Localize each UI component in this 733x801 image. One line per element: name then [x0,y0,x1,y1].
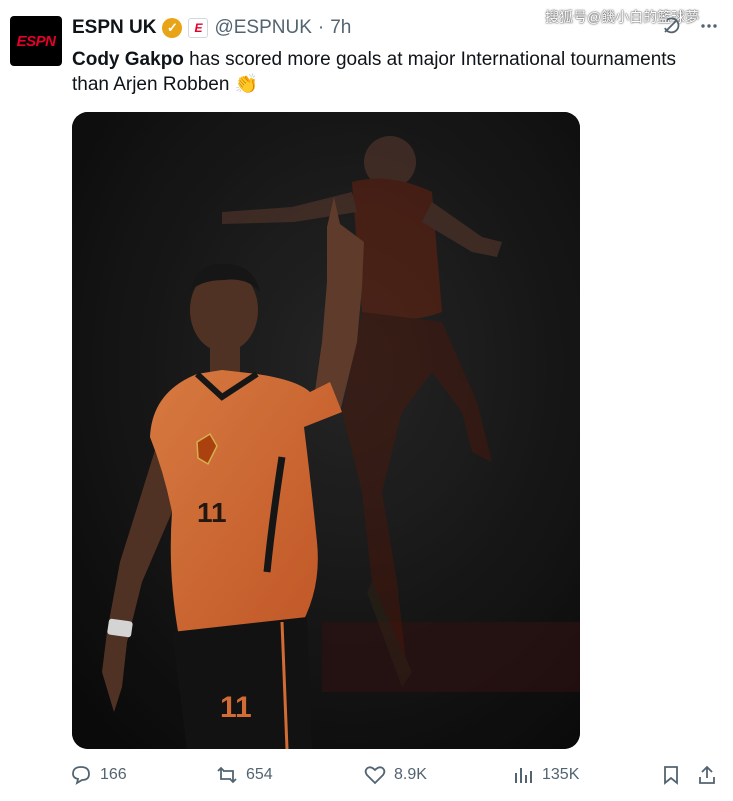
tweet-image-graphic: 11 11 [72,112,580,749]
reply-count: 166 [100,766,127,783]
clapping-hands-emoji: 👏 [234,74,259,95]
post-time[interactable]: 7h [330,17,351,39]
bookmark-button[interactable] [660,764,682,786]
bookmark-icon [664,766,678,785]
more-options-icon[interactable] [699,16,719,41]
grok-icon[interactable] [661,16,681,41]
like-count: 8.9K [394,766,427,783]
separator-dot: · [317,17,325,38]
tweet-text: Cody Gakpo has scored more goals at majo… [72,47,702,97]
repost-count: 654 [246,766,273,783]
views-count: 135K [542,766,580,783]
share-icon [699,765,715,784]
affiliate-badge-icon[interactable]: E [188,18,209,38]
repost-button[interactable]: 654 [216,764,273,786]
views-button[interactable]: 135K [512,764,579,786]
account-handle[interactable]: @ESPNUK [214,17,311,39]
espn-logo: ESPN [16,32,56,50]
heart-icon [364,766,386,785]
account-name[interactable]: ESPN UK [72,17,156,39]
verified-badge-icon: ✓ [162,18,183,38]
reply-button[interactable]: 166 [70,764,127,786]
tweet-image[interactable]: 11 11 [72,112,580,749]
tweet-header: ESPN UK ✓ E @ESPNUK · 7h [72,17,351,39]
views-chart-icon [515,768,532,783]
account-avatar[interactable]: ESPN [10,16,62,66]
top-actions [661,16,719,41]
mentioned-player: Cody Gakpo [72,49,184,70]
like-button[interactable]: 8.9K [364,764,427,786]
share-button[interactable] [696,764,718,786]
repost-icon [217,766,237,784]
reply-icon [72,766,90,785]
action-bar: 166 654 8.9K 135K [70,764,720,792]
